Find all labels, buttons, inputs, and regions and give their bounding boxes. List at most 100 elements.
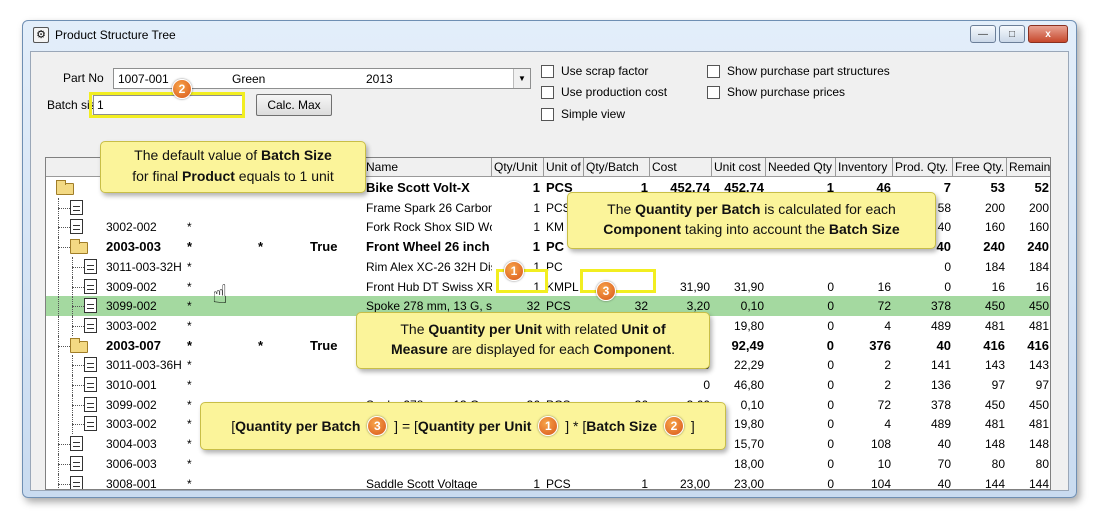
show-purchase-part-structures-checkbox[interactable]: Show purchase part structures xyxy=(707,64,890,78)
cell-prod: 489 xyxy=(930,318,951,333)
cell-needed: 0 xyxy=(827,378,834,392)
checkbox-box[interactable] xyxy=(707,85,720,99)
cell-remain: 160 xyxy=(1028,220,1049,235)
formula-text: ] xyxy=(690,418,695,434)
cell-ucost: 46,80 xyxy=(733,378,764,392)
col-header-name[interactable]: Name xyxy=(364,158,492,177)
col-header-unit-of[interactable]: Unit of xyxy=(544,158,584,177)
col-header-inventory[interactable]: Inventory xyxy=(836,158,893,177)
cell-prod: 378 xyxy=(930,397,951,412)
tree-connector xyxy=(58,247,70,249)
table-row[interactable]: 3010-001 * 0 46,80 0 2 136 97 97 xyxy=(46,375,1050,395)
cell-prod: 40 xyxy=(937,437,951,452)
dropdown-arrow-icon[interactable]: ▼ xyxy=(513,69,530,88)
cell-m1: * xyxy=(187,337,193,353)
cell-prod: 141 xyxy=(930,358,951,373)
tree-connector xyxy=(72,256,73,277)
cell-remain: 240 xyxy=(1027,239,1049,255)
cell-qty: 1 xyxy=(533,200,540,215)
cell-unit: PCS xyxy=(546,476,571,490)
cell-remain: 143 xyxy=(1028,358,1049,373)
cell-inv: 10 xyxy=(877,456,891,471)
tree-connector xyxy=(72,355,73,376)
checkbox-box[interactable] xyxy=(541,64,554,78)
cell-part: 3003-002 xyxy=(106,318,157,333)
minimize-button[interactable]: — xyxy=(970,25,996,43)
cell-ucost: 31,90 xyxy=(733,279,764,294)
col-header-qty-unit[interactable]: Qty/Unit xyxy=(492,158,544,177)
checkbox-box[interactable] xyxy=(707,64,720,78)
table-row[interactable]: 3008-001 * Saddle Scott Voltage 1 PCS 1 23,00 2… xyxy=(46,473,1050,490)
cell-name: Front Wheel 26 inch xyxy=(366,239,490,255)
tree-connector xyxy=(72,404,84,406)
checkbox-box[interactable] xyxy=(541,85,554,99)
cell-flag: True xyxy=(310,239,338,255)
part-no-value: 1007-001 xyxy=(118,72,169,86)
table-row[interactable]: 3009-002 * Front Hub DT Swiss XR 1 KMPL 31,90… xyxy=(46,276,1050,297)
cell-inv: 16 xyxy=(877,279,891,294)
callout-bold: Component xyxy=(593,341,672,358)
cell-inv: 104 xyxy=(870,476,891,490)
tree-connector xyxy=(72,375,73,395)
cell-prod: 70 xyxy=(937,456,951,471)
tree-connector xyxy=(58,463,70,465)
cell-needed: 0 xyxy=(827,476,834,490)
col-header-remain[interactable]: Remain xyxy=(1007,158,1050,177)
document-icon xyxy=(70,436,83,452)
tree-connector xyxy=(72,365,84,367)
simple-view-checkbox[interactable]: Simple view xyxy=(541,107,625,121)
tree-connector xyxy=(58,434,59,455)
document-icon xyxy=(70,475,83,489)
cell-free: 481 xyxy=(984,417,1005,432)
table-row[interactable]: 3006-003 * 18,00 0 10 70 80 80 xyxy=(46,453,1050,474)
cell-prod: 40 xyxy=(937,476,951,490)
cell-prod: 378 xyxy=(930,299,951,314)
cell-m1: * xyxy=(187,437,192,452)
document-icon xyxy=(84,317,97,333)
col-header-prod-qty[interactable]: Prod. Qty. xyxy=(893,158,953,177)
cell-unit: PC xyxy=(546,259,563,274)
col-header-cost[interactable]: Cost xyxy=(650,158,712,177)
cell-free: 481 xyxy=(984,318,1005,333)
folder-icon xyxy=(56,180,74,195)
col-header-qty-batch[interactable]: Qty/Batch xyxy=(584,158,650,177)
document-icon xyxy=(70,199,83,215)
formula-bold: Quantity per Batch xyxy=(235,418,361,434)
cell-ucost: 18,00 xyxy=(733,456,764,471)
cell-m1: * xyxy=(187,358,192,373)
use-production-cost-checkbox[interactable]: Use production cost xyxy=(541,85,667,99)
cell-remain: 200 xyxy=(1028,200,1049,215)
use-scrap-factor-checkbox[interactable]: Use scrap factor xyxy=(541,64,648,78)
col-header-needed-qty[interactable]: Needed Qty xyxy=(766,158,836,177)
close-button[interactable]: x xyxy=(1028,25,1068,43)
cell-part: 3011-003-32H xyxy=(106,259,182,274)
cell-needed: 0 xyxy=(827,279,834,294)
checkbox-box[interactable] xyxy=(541,107,554,121)
tree-app-icon: ⚙ xyxy=(33,27,49,43)
tree-connector xyxy=(72,325,84,327)
callout-text: equals to 1 unit xyxy=(234,168,334,184)
batch-size-input[interactable]: 1 xyxy=(93,95,245,115)
tree-connector xyxy=(58,444,70,446)
show-purchase-prices-checkbox[interactable]: Show purchase prices xyxy=(707,85,845,99)
cell-cost: 0 xyxy=(703,378,710,392)
show-purchase-part-structures-label: Show purchase part structures xyxy=(727,64,890,78)
cell-m1: * xyxy=(187,417,192,432)
cell-inv: 4 xyxy=(884,417,891,432)
cell-remain: 80 xyxy=(1035,456,1049,471)
col-header-unit-cost[interactable]: Unit cost xyxy=(712,158,766,177)
cell-part: 3009-002 xyxy=(106,279,157,294)
cell-remain: 97 xyxy=(1035,378,1049,392)
col-header-free-qty[interactable]: Free Qty. xyxy=(953,158,1007,177)
callout-bold: Unit of xyxy=(621,321,666,337)
cell-inv: 108 xyxy=(870,437,891,452)
calc-max-button[interactable]: Calc. Max xyxy=(256,94,332,116)
cell-prod: 136 xyxy=(930,378,951,392)
table-row[interactable]: 3011-003-32H * Rim Alex XC-26 32H Disc 1 PC 0… xyxy=(46,256,1050,277)
cell-m1: * xyxy=(187,397,192,412)
maximize-button[interactable]: □ xyxy=(999,25,1025,43)
cell-qty: 1 xyxy=(533,220,540,235)
cell-remain: 416 xyxy=(1027,337,1049,353)
cell-remain: 52 xyxy=(1034,180,1049,195)
cell-unit: KMPL xyxy=(546,279,579,294)
